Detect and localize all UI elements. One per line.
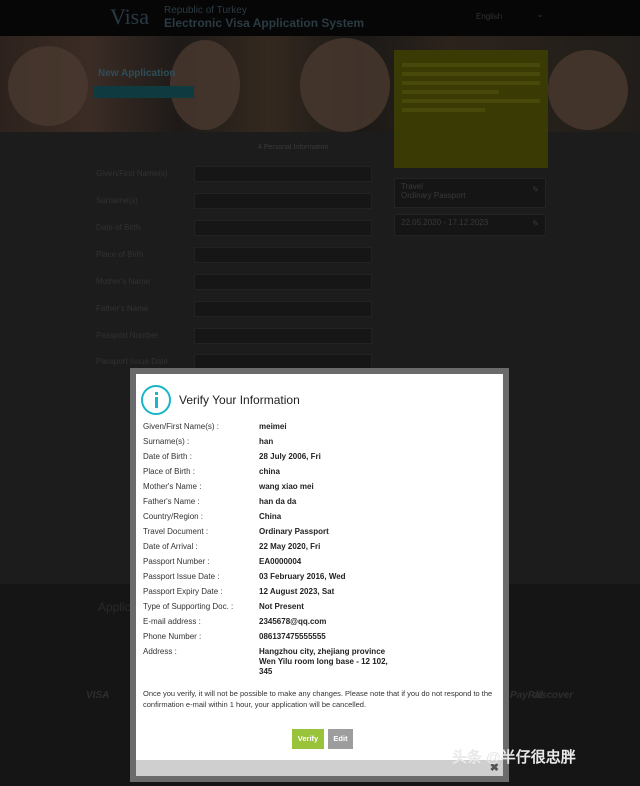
detail-row: Father's Name : han da da bbox=[143, 497, 499, 507]
banner-photo bbox=[170, 40, 240, 130]
details-list: Given/First Name(s) : meimei Surname(s) : h… bbox=[143, 422, 499, 682]
detail-label: Given/First Name(s) : bbox=[143, 422, 220, 431]
detail-value: han bbox=[259, 437, 274, 446]
form-row: Given/First Name(s) bbox=[96, 166, 376, 182]
detail-row: Country/Region : China bbox=[143, 512, 499, 522]
form-row: Father's Name bbox=[96, 301, 376, 317]
detail-label: Passport Issue Date : bbox=[143, 572, 220, 581]
verify-dialog: Verify Your Information Given/First Name… bbox=[130, 368, 509, 782]
detail-label: Mother's Name : bbox=[143, 482, 202, 491]
detail-value: China bbox=[259, 512, 282, 521]
detail-row: Travel Document : Ordinary Passport bbox=[143, 527, 499, 537]
detail-row: Date of Arrival : 22 May 2020, Fri bbox=[143, 542, 499, 552]
breadcrumb: 4 Personal Information bbox=[258, 144, 329, 151]
detail-value: Hangzhou city, zhejiang province Wen Yil… bbox=[259, 647, 388, 676]
travel-doc-label: Travel bbox=[401, 182, 423, 191]
detail-row: Passport Number : EA0000004 bbox=[143, 557, 499, 567]
detail-label: E-mail address : bbox=[143, 617, 201, 626]
dates-card: 22.05.2020 - 17.12.2023 ✎ bbox=[394, 214, 546, 236]
detail-value: Ordinary Passport bbox=[259, 527, 329, 536]
detail-value: EA0000004 bbox=[259, 557, 302, 566]
detail-value: meimei bbox=[259, 422, 287, 431]
info-panel bbox=[394, 50, 548, 168]
watermark: 头条 @半仔很忠胖 bbox=[452, 749, 576, 766]
detail-value: 086137475555555 bbox=[259, 632, 326, 641]
brand-republic: Republic of Turkey bbox=[164, 5, 247, 16]
detail-label: Type of Supporting Doc. : bbox=[143, 602, 234, 611]
form-row: Date of Birth bbox=[96, 220, 376, 236]
dialog-title: Verify Your Information bbox=[179, 393, 300, 407]
banner-photo bbox=[548, 50, 628, 130]
brand-system: Electronic Visa Application System bbox=[164, 16, 365, 30]
detail-row: Address : Hangzhou city, zhejiang provinc… bbox=[143, 647, 499, 677]
form-row: Surname(s) bbox=[96, 193, 376, 209]
detail-row: Passport Expiry Date : 12 August 2023, Sa… bbox=[143, 587, 499, 597]
banner-photo bbox=[8, 46, 88, 126]
detail-label: Phone Number : bbox=[143, 632, 202, 641]
top-bar: Visa Republic of Turkey Electronic Visa … bbox=[0, 0, 640, 36]
discover-logo: discover bbox=[532, 690, 574, 701]
edit-pen-icon[interactable]: ✎ bbox=[532, 185, 539, 194]
detail-value: 12 August 2023, Sat bbox=[259, 587, 335, 596]
verify-notice: Once you verify, it will not be possible… bbox=[143, 689, 493, 709]
detail-value: wang xiao mei bbox=[259, 482, 314, 491]
detail-label: Travel Document : bbox=[143, 527, 209, 536]
detail-row: Mother's Name : wang xiao mei bbox=[143, 482, 499, 492]
verify-button[interactable]: Verify bbox=[292, 729, 324, 749]
detail-label: Surname(s) : bbox=[143, 437, 190, 446]
detail-label: Place of Birth : bbox=[143, 467, 196, 476]
page-title: New Application bbox=[98, 68, 176, 79]
travel-doc-value: Ordinary Passport bbox=[401, 191, 466, 200]
brand-logo: Visa bbox=[110, 4, 150, 29]
detail-label: Date of Birth : bbox=[143, 452, 192, 461]
detail-label: Address : bbox=[143, 647, 177, 656]
dialog-header: Verify Your Information bbox=[136, 374, 503, 420]
detail-value: Not Present bbox=[259, 602, 304, 611]
form-row: Mother's Name bbox=[96, 274, 376, 290]
detail-value: 2345678@qq.com bbox=[259, 617, 327, 626]
detail-row: Place of Birth : china bbox=[143, 467, 499, 477]
dates-value: 22.05.2020 - 17.12.2023 bbox=[401, 218, 489, 227]
detail-row: Given/First Name(s) : meimei bbox=[143, 422, 499, 432]
banner-button[interactable] bbox=[94, 86, 194, 98]
detail-row: Passport Issue Date : 03 February 2016, W… bbox=[143, 572, 499, 582]
travel-document-card: Travel Ordinary Passport ✎ bbox=[394, 178, 546, 208]
detail-value: han da da bbox=[259, 497, 297, 506]
detail-value: 03 February 2016, Wed bbox=[259, 572, 346, 581]
detail-value: 28 July 2006, Fri bbox=[259, 452, 321, 461]
banner-photo bbox=[300, 38, 390, 132]
detail-row: Type of Supporting Doc. : Not Present bbox=[143, 602, 499, 612]
detail-label: Country/Region : bbox=[143, 512, 204, 521]
detail-row: E-mail address : 2345678@qq.com bbox=[143, 617, 499, 627]
info-icon bbox=[141, 385, 171, 415]
detail-row: Date of Birth : 28 July 2006, Fri bbox=[143, 452, 499, 462]
verify-dialog-body: Verify Your Information Given/First Name… bbox=[136, 374, 503, 776]
detail-label: Passport Expiry Date : bbox=[143, 587, 223, 596]
detail-label: Passport Number : bbox=[143, 557, 210, 566]
detail-row: Surname(s) : han bbox=[143, 437, 499, 447]
visa-logo: VISA bbox=[86, 690, 110, 701]
dialog-footer: ✖ bbox=[136, 760, 503, 776]
detail-label: Date of Arrival : bbox=[143, 542, 198, 551]
detail-label: Father's Name : bbox=[143, 497, 200, 506]
detail-value: china bbox=[259, 467, 280, 476]
edit-button[interactable]: Edit bbox=[328, 729, 353, 749]
chevron-down-icon: ⌄ bbox=[536, 9, 544, 19]
detail-row: Phone Number : 086137475555555 bbox=[143, 632, 499, 642]
form-row: Place of Birth bbox=[96, 247, 376, 263]
edit-pen-icon[interactable]: ✎ bbox=[532, 219, 539, 228]
detail-value: 22 May 2020, Fri bbox=[259, 542, 321, 551]
form-row: Passport Number bbox=[96, 328, 376, 344]
